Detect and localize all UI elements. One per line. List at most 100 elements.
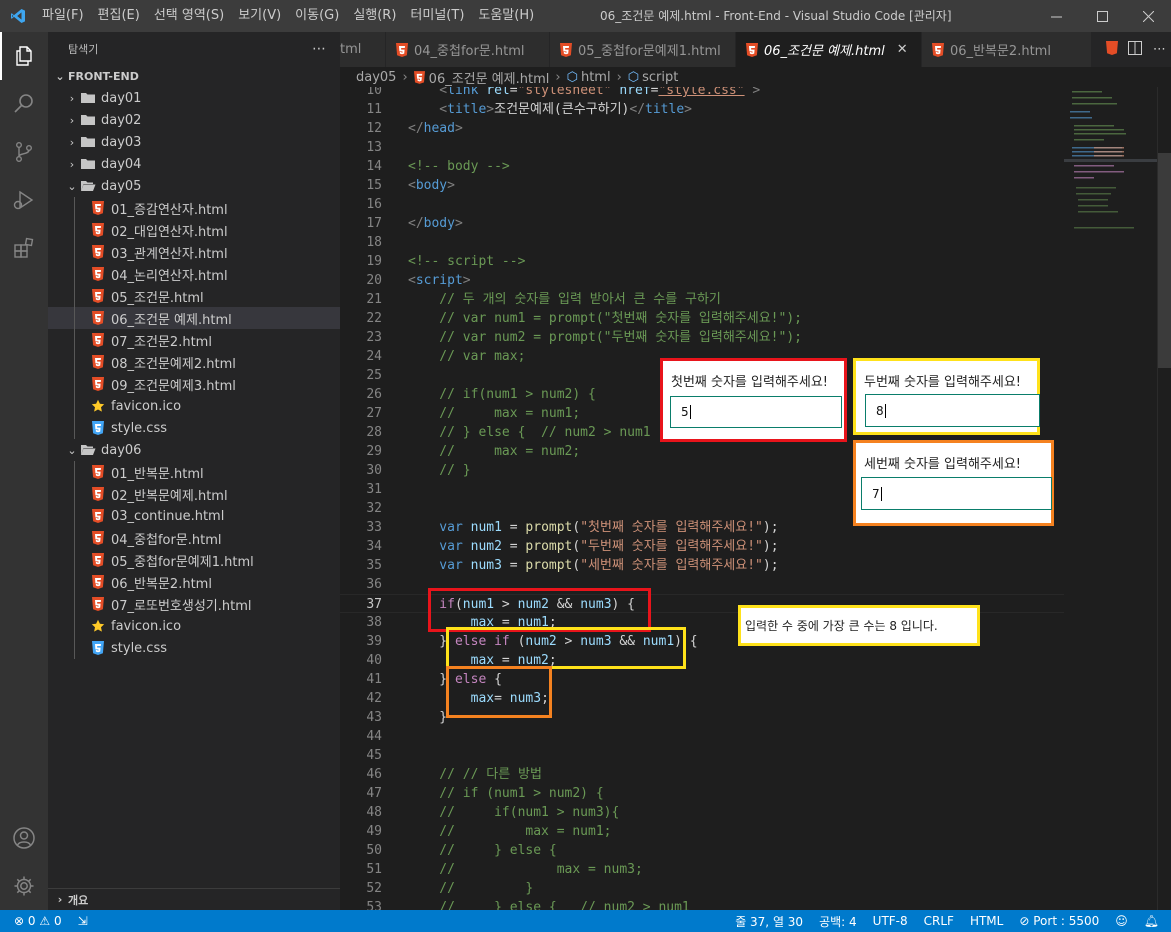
file-item[interactable]: style.css: [48, 637, 340, 659]
line-number: 38: [366, 615, 382, 630]
tree-item-label: day05: [101, 178, 142, 194]
indent-guide: [74, 527, 75, 549]
end-of-line[interactable]: CRLF: [916, 910, 962, 932]
menu-view[interactable]: 보기(V): [231, 0, 288, 32]
split-editor-icon[interactable]: [1128, 40, 1143, 59]
code-line-23: // var num2 = prompt("두번째 숫자를 입력해주세요!");: [408, 330, 802, 345]
problems-indicator[interactable]: ⊗ 0 ⚠ 0: [0, 910, 70, 932]
menu-bar: 파일(F) 편집(E) 선택 영역(S) 보기(V) 이동(G) 실행(R) 터…: [35, 0, 541, 32]
breadcrumb-html[interactable]: html: [581, 70, 611, 85]
prompt-input[interactable]: 8: [865, 394, 1040, 427]
indent-guide: [74, 417, 75, 439]
menu-run[interactable]: 실행(R): [346, 0, 403, 32]
minimap[interactable]: [1064, 87, 1157, 910]
file-item[interactable]: favicon.ico: [48, 395, 340, 417]
encoding[interactable]: UTF-8: [865, 910, 916, 932]
breadcrumb-folder[interactable]: day05: [356, 70, 396, 85]
folder-day01[interactable]: › day01: [48, 87, 340, 109]
file-item[interactable]: 06_반복문2.html: [48, 571, 340, 593]
run-debug-icon[interactable]: [0, 176, 48, 224]
file-item[interactable]: 04_논리연산자.html: [48, 263, 340, 285]
tree-item-label: 02_대입연산자.html: [111, 224, 228, 240]
code-line-53: // } else { // num2 > num1: [408, 900, 690, 910]
prompt-input[interactable]: 5: [670, 396, 842, 428]
menu-go[interactable]: 이동(G): [288, 0, 346, 32]
line-number: 42: [366, 691, 382, 706]
folder-day04[interactable]: › day04: [48, 153, 340, 175]
workspace-root-label: FRONT-END: [68, 69, 139, 83]
file-item[interactable]: 08_조건문예제2.html: [48, 351, 340, 373]
file-item[interactable]: 05_중첩for문예제1.html: [48, 549, 340, 571]
more-actions-icon[interactable]: ⋯: [1153, 42, 1166, 57]
code-line-48: // if(num1 > num3){: [408, 805, 620, 820]
line-number: 17: [366, 216, 382, 231]
menu-terminal[interactable]: 터미널(T): [403, 0, 471, 32]
html-file-icon: [90, 354, 106, 370]
manage-gear-icon[interactable]: [0, 862, 48, 910]
tab-partial[interactable]: tml: [340, 32, 386, 67]
file-item[interactable]: 01_증감연산자.html: [48, 197, 340, 219]
source-control-icon[interactable]: [0, 128, 48, 176]
tree-item-label: 07_조건문2.html: [111, 334, 212, 350]
folder-day03[interactable]: › day03: [48, 131, 340, 153]
code-line-33: var num1 = prompt("첫번째 숫자를 입력해주세요!");: [408, 520, 779, 535]
file-item[interactable]: 05_조건문.html: [48, 285, 340, 307]
tree-item-label: 01_반복문.html: [111, 466, 204, 482]
close-icon[interactable]: [1125, 0, 1171, 32]
folder-day05[interactable]: ⌄ day05: [48, 175, 340, 197]
menu-edit[interactable]: 편집(E): [91, 0, 147, 32]
tab-nested-for-example[interactable]: 05_중첩for문예제1.html: [550, 32, 736, 67]
breadcrumb-file[interactable]: 06_조건문 예제.html: [429, 68, 550, 87]
prompt-input[interactable]: 7: [861, 477, 1052, 510]
more-actions-icon[interactable]: ⋯: [312, 41, 326, 57]
file-item[interactable]: 02_대입연산자.html: [48, 219, 340, 241]
feedback-icon[interactable]: ☺: [1107, 910, 1136, 932]
tab-label: 05_중첩for문예제1.html: [578, 44, 721, 59]
file-item[interactable]: 01_반복문.html: [48, 461, 340, 483]
html-file-icon: [746, 42, 758, 57]
line-number: 48: [366, 805, 382, 820]
folder-day02[interactable]: › day02: [48, 109, 340, 131]
tab-active-conditional-example[interactable]: 06_조건문 예제.html ✕: [736, 32, 922, 67]
indentation[interactable]: 공백: 4: [811, 910, 865, 932]
menu-help[interactable]: 도움말(H): [471, 0, 541, 32]
file-item[interactable]: 03_관계연산자.html: [48, 241, 340, 263]
workspace-root[interactable]: ⌄ FRONT-END: [48, 65, 340, 87]
file-item[interactable]: 06_조건문 예제.html: [48, 307, 340, 329]
live-server-port[interactable]: ⊘ Port : 5500: [1011, 910, 1107, 932]
file-item[interactable]: favicon.ico: [48, 615, 340, 637]
folder-icon: [80, 156, 96, 172]
tab-loop2[interactable]: 06_반복문2.html: [922, 32, 1092, 67]
search-icon[interactable]: [0, 80, 48, 128]
explorer-icon[interactable]: [0, 32, 48, 80]
menu-file[interactable]: 파일(F): [35, 0, 91, 32]
live-share-icon[interactable]: ⇲: [70, 910, 96, 932]
folder-day06[interactable]: ⌄ day06: [48, 439, 340, 461]
chevron-right-icon: ›: [69, 91, 75, 105]
account-icon[interactable]: [0, 814, 48, 862]
minimize-icon[interactable]: [1033, 0, 1079, 32]
file-item[interactable]: style.css: [48, 417, 340, 439]
outline-section[interactable]: › 개요: [48, 888, 340, 910]
file-item[interactable]: 03_continue.html: [48, 505, 340, 527]
code-line-35: var num3 = prompt("세번째 숫자를 입력해주세요!");: [408, 558, 779, 573]
menu-selection[interactable]: 선택 영역(S): [147, 0, 231, 32]
file-item[interactable]: 04_중첩for문.html: [48, 527, 340, 549]
breadcrumb-script[interactable]: script: [642, 70, 678, 85]
scrollbar-thumb[interactable]: [1158, 153, 1171, 368]
tree-item-label: style.css: [111, 640, 167, 656]
file-item[interactable]: 07_로또번호생성기.html: [48, 593, 340, 615]
maximize-icon[interactable]: [1079, 0, 1125, 32]
language-mode[interactable]: HTML: [962, 910, 1011, 932]
line-number: 27: [366, 406, 382, 421]
file-item[interactable]: 02_반복문예제.html: [48, 483, 340, 505]
code-line-19: <!-- script -->: [408, 254, 526, 269]
file-item[interactable]: 09_조건문예제3.html: [48, 373, 340, 395]
tab-close-icon[interactable]: ✕: [897, 42, 908, 57]
cursor-position[interactable]: 줄 37, 열 30: [727, 910, 811, 932]
extensions-icon[interactable]: [0, 224, 48, 272]
tab-nested-for[interactable]: 04_중첩for문.html: [386, 32, 550, 67]
file-item[interactable]: 07_조건문2.html: [48, 329, 340, 351]
notifications-bell-icon[interactable]: 🔔︎: [1136, 910, 1171, 932]
line-number: 52: [366, 881, 382, 896]
